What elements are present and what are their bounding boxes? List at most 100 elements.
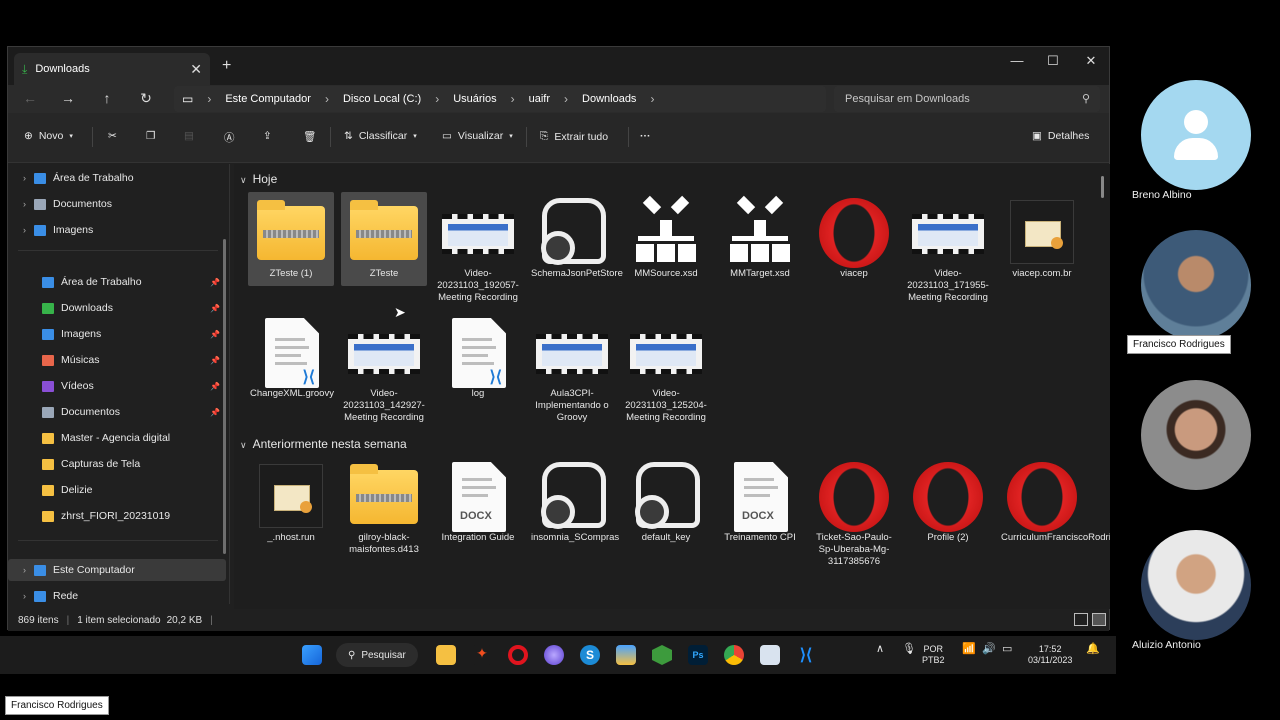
sidebar-item[interactable]: Músicas 📌 [8,349,226,371]
sidebar-item[interactable]: Imagens 📌 [8,323,226,345]
close-window-button[interactable]: ✕ [1076,53,1106,69]
file-item[interactable]: ⟩⟨ ChangeXML.groovy [248,312,334,406]
share-button[interactable]: ⇪ [263,130,272,142]
file-item[interactable]: gilroy-black-maisfontes.d413 [341,456,427,555]
delete-button[interactable]: 🗑 [303,130,316,143]
file-item[interactable]: ⟩⟨ log [435,312,521,406]
microphone-icon[interactable]: 🎙 [902,644,916,655]
close-tab-icon[interactable]: ✕ [190,61,202,78]
taskbar-search[interactable]: ⚲ Pesquisar [336,643,418,667]
photoshop-icon[interactable]: Ps [688,645,708,665]
file-item[interactable]: viacep [811,192,897,286]
search-input[interactable]: Pesquisar em Downloads ⚲ [834,86,1100,112]
cut-button[interactable]: ✂ [108,130,117,142]
file-item[interactable]: DOCX Treinamento CPI [717,456,803,550]
language-indicator[interactable]: POR PTB2 [922,644,945,666]
breadcrumb[interactable]: ▭ › Este Computador › Disco Local (C:) ›… [174,86,826,112]
clock[interactable]: 17:52 03/11/2023 [1028,644,1072,666]
breadcrumb-item[interactable]: Este Computador [225,93,311,105]
paste-button[interactable]: ▤ [184,130,194,142]
view-button[interactable]: ▭ Visualizar ▾ [442,130,513,142]
notification-icon[interactable]: 🔔 [1086,644,1100,655]
file-item[interactable]: CurriculumFranciscoRodriguesFrances.pdf [999,456,1110,550]
file-item[interactable]: _.nhost.run [248,456,334,550]
vscode-icon[interactable]: ⟩⟨ [796,645,816,665]
file-item[interactable]: ZTeste [341,192,427,286]
chevron-up-icon[interactable]: ∧ [876,644,884,655]
file-item[interactable]: Profile (2) [905,456,991,550]
breadcrumb-item[interactable]: Usuários [453,93,496,105]
nodejs-icon[interactable] [652,645,672,665]
breadcrumb-item[interactable]: uaifr [529,93,550,105]
figma-icon[interactable]: ✦ [472,645,492,665]
nav-scrollbar[interactable] [223,239,226,554]
group-header-earlier[interactable]: ∨ Anteriormente nesta semana [240,437,407,451]
maximize-button[interactable]: ☐ [1038,53,1068,69]
tab-downloads[interactable]: ⤓ Downloads ✕ [14,53,210,85]
tiles-view-icon[interactable] [1092,613,1106,626]
sidebar-item[interactable]: › Área de Trabalho [8,167,226,189]
sidebar-item[interactable]: Delizie [8,479,226,501]
breadcrumb-item[interactable]: Disco Local (C:) [343,93,421,105]
sidebar-item[interactable]: Documentos 📌 [8,401,226,423]
file-item[interactable]: Ticket-Sao-Paulo-Sp-Uberaba-Mg-311738567… [811,456,897,567]
eclipse-icon[interactable] [544,645,564,665]
music-icon [42,354,54,366]
copy-button[interactable]: ❐ [146,130,155,142]
back-button[interactable]: ← [20,90,40,106]
skype-icon[interactable]: S [580,645,600,665]
sidebar-item[interactable]: Área de Trabalho 📌 [8,271,226,293]
notepad-icon[interactable] [760,645,780,665]
chrome-icon[interactable] [724,645,744,665]
sidebar-item[interactable]: Master - Agencia digital [8,427,226,449]
details-button[interactable]: ▣ Detalhes [1032,130,1089,142]
rename-button[interactable]: Ⓐ [224,130,235,145]
sidebar-item[interactable]: › Rede [8,585,226,607]
opera-icon[interactable] [508,645,528,665]
volume-icon[interactable]: 🔊 [982,644,996,655]
refresh-button[interactable]: ↻ [136,90,156,107]
minimize-button[interactable]: — [1002,53,1032,68]
details-view-icon[interactable] [1074,613,1088,626]
file-item[interactable]: Video-20231103_125204-Meeting Recording [623,312,709,423]
forward-button[interactable]: → [58,90,78,106]
sidebar-item[interactable]: Vídeos 📌 [8,375,226,397]
file-item[interactable]: default_key [623,456,709,550]
chevron-right-icon[interactable]: › [8,565,26,575]
up-button[interactable]: ↑ [97,90,117,106]
file-item[interactable]: Video-20231103_171955-Meeting Recording [905,192,991,303]
file-item[interactable]: insomnia_SCompras [529,456,619,550]
wifi-icon[interactable]: 📶 [962,644,976,655]
sidebar-item[interactable]: › Documentos [8,193,226,215]
sidebar-item[interactable]: › Este Computador [8,559,226,581]
file-item[interactable]: Video-20231103_192057-Meeting Recording [435,192,521,303]
sidebar-item[interactable]: Downloads 📌 [8,297,226,319]
windows-start-icon[interactable] [302,645,322,665]
breadcrumb-item[interactable]: Downloads [582,93,636,105]
more-options-button[interactable]: ··· [640,130,651,142]
sidebar-item[interactable]: › Imagens [8,219,226,241]
file-item[interactable]: MMTarget.xsd [717,192,803,286]
sap-icon[interactable] [616,645,636,665]
sort-button[interactable]: ⇅ Classificar ▾ [344,130,417,142]
new-tab-button[interactable]: + [222,57,231,75]
file-explorer-icon[interactable] [436,645,456,665]
file-item[interactable]: DOCX Integration Guide [435,456,521,550]
content-scrollbar[interactable] [1101,176,1104,198]
file-item[interactable]: MMSource.xsd [623,192,709,286]
file-item[interactable]: ZTeste (1) [248,192,334,286]
chevron-right-icon[interactable]: › [8,173,26,183]
chevron-right-icon[interactable]: › [8,199,26,209]
chevron-right-icon[interactable]: › [8,225,26,235]
new-button[interactable]: ⊕ Novo ▾ [24,130,73,142]
sidebar-item[interactable]: Capturas de Tela [8,453,226,475]
extract-all-button[interactable]: ⎘ Extrair tudo [540,130,608,143]
group-header-today[interactable]: ∨ Hoje [240,172,277,186]
file-item[interactable]: Video-20231103_142927-Meeting Recording [341,312,427,423]
file-item[interactable]: Aula3CPI-Implementando o Groovy [529,312,615,423]
battery-icon[interactable]: ▭ [1002,644,1012,655]
file-item[interactable]: viacep.com.br [999,192,1085,286]
chevron-right-icon[interactable]: › [8,591,26,601]
sidebar-item[interactable]: zhrst_FIORI_20231019 [8,505,226,527]
file-item[interactable]: SchemaJsonPetStore [529,192,623,286]
